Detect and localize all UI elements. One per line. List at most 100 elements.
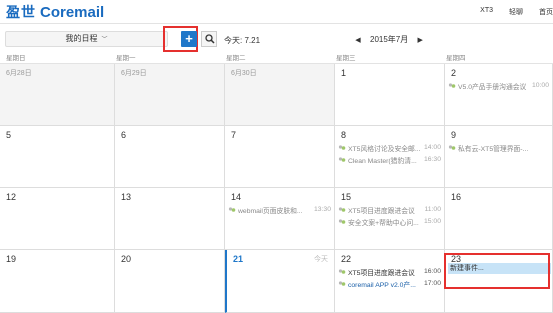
day-cell[interactable]: 6月28日 <box>0 64 115 126</box>
month-title: 2015年7月 <box>370 35 409 44</box>
day-number: 6月28日 <box>6 70 32 77</box>
event-title: 安全文案+帮助中心问... <box>348 219 419 227</box>
calendar-event[interactable]: V5.0产品手册沟通会议 10:00 <box>448 80 549 91</box>
day-number: 16 <box>451 192 462 202</box>
search-icon <box>205 34 215 44</box>
calendar-event[interactable]: 私有云-XT5管理界面-... <box>448 142 549 153</box>
day-cell[interactable]: 20 <box>115 250 225 313</box>
day-number: 13 <box>121 192 132 202</box>
day-number: 14 <box>231 192 242 202</box>
calendar-toolbar: 我的日程 ﹀ + 今天: 7.21 ◀ 2015年7月 ▶ <box>0 25 553 52</box>
calendar-select-label: 我的日程 <box>65 34 98 43</box>
day-cell[interactable]: 19 <box>0 250 115 313</box>
top-link-chat[interactable]: 轻聊 <box>509 7 523 17</box>
prev-month-icon[interactable]: ◀ <box>352 36 364 44</box>
event-people-icon <box>338 206 346 212</box>
logo[interactable]: 盈世 Coremail <box>6 3 104 21</box>
day-cell[interactable]: 12 <box>0 188 115 250</box>
weekday-label: 星期二 <box>226 55 246 62</box>
day-number: 19 <box>6 254 17 264</box>
day-number: 22 <box>341 254 352 264</box>
top-bar: 盈世 Coremail XT3 轻聊 首页 <box>0 0 553 24</box>
calendar-event[interactable]: 安全文案+帮助中心问... 15:00 <box>338 216 441 227</box>
event-people-icon <box>338 268 346 274</box>
event-time: 16:00 <box>423 268 441 275</box>
day-cell[interactable]: 6月30日 <box>225 64 335 126</box>
day-number: 20 <box>121 254 132 264</box>
event-people-icon <box>448 144 456 150</box>
event-title: coremail APP v2.0产... <box>348 281 416 289</box>
event-list: V5.0产品手册沟通会议 10:00 <box>448 80 549 92</box>
day-cell[interactable]: 14 webmail页面皮肤和... 13:30 <box>225 188 335 250</box>
next-month-icon[interactable]: ▶ <box>414 36 426 44</box>
event-time: 15:00 <box>423 218 441 225</box>
event-title: 私有云-XT5管理界面-... <box>458 145 529 153</box>
day-cell[interactable]: 2 V5.0产品手册沟通会议 10:00 <box>445 64 553 126</box>
month-nav: ◀ 2015年7月 ▶ <box>352 34 426 45</box>
event-list: webmail页面皮肤和... 13:30 <box>228 204 331 216</box>
day-cell[interactable]: 1 <box>335 64 445 126</box>
calendar-event[interactable]: XT5风格讨论及安全邮... 14:00 <box>338 142 441 153</box>
day-number: 15 <box>341 192 352 202</box>
event-list: XT5项目进度跟进会议 11:00 安全文案+帮助中心问... 15:00 <box>338 204 441 228</box>
chevron-down-icon: ﹀ <box>101 37 108 43</box>
day-cell[interactable]: 5 <box>0 126 115 188</box>
weekday-label: 星期一 <box>116 55 136 62</box>
day-number: 8 <box>341 130 347 140</box>
day-number: 12 <box>6 192 17 202</box>
calendar-event[interactable]: Clean Master(猎豹清... 16:30 <box>338 154 441 165</box>
event-people-icon <box>338 280 346 286</box>
event-list: 私有云-XT5管理界面-... <box>448 142 549 154</box>
event-title: webmail页面皮肤和... <box>238 207 303 215</box>
day-cell[interactable]: 6月29日 <box>115 64 225 126</box>
calendar-event[interactable]: webmail页面皮肤和... 13:30 <box>228 204 331 215</box>
event-time: 13:30 <box>313 206 331 213</box>
day-number: 9 <box>451 130 457 140</box>
calendar-event[interactable]: coremail APP v2.0产... 17:00 <box>338 278 441 289</box>
day-number: 6 <box>121 130 127 140</box>
top-links: XT3 轻聊 首页 <box>464 7 553 17</box>
day-number: 6月30日 <box>231 70 257 77</box>
top-link-home[interactable]: 首页 <box>539 7 553 17</box>
day-cell[interactable]: 16 <box>445 188 553 250</box>
search-button[interactable] <box>201 31 217 47</box>
day-cell[interactable]: 8 XT5风格讨论及安全邮... 14:00 Clean Master(猎豹清... 1… <box>335 126 445 188</box>
event-time: 14:00 <box>423 144 441 151</box>
event-title: XT5风格讨论及安全邮... <box>348 145 421 153</box>
calendar-event[interactable]: XT5项目进度跟进会议 16:00 <box>338 266 441 277</box>
day-cell[interactable]: 22 XT5项目进度跟进会议 16:00 coremail APP v2.0产... 1… <box>335 250 445 313</box>
event-title: XT5项目进度跟进会议 <box>348 207 415 215</box>
day-cell[interactable]: 9 私有云-XT5管理界面-... <box>445 126 553 188</box>
weekday-label: 星期三 <box>336 55 356 62</box>
calendar-event[interactable]: XT5项目进度跟进会议 11:00 <box>338 204 441 215</box>
event-time: 10:00 <box>531 82 549 89</box>
today-button[interactable]: 今天: 7.21 <box>224 35 260 46</box>
event-title: Clean Master(猎豹清... <box>348 157 417 165</box>
top-link-xt3[interactable]: XT3 <box>480 7 493 17</box>
event-time: 11:00 <box>424 206 441 213</box>
day-cell[interactable]: 6 <box>115 126 225 188</box>
weekday-label: 星期四 <box>446 55 466 62</box>
add-event-button[interactable]: + <box>181 31 197 47</box>
event-time: 17:00 <box>423 280 441 287</box>
day-cell[interactable]: 7 <box>225 126 335 188</box>
day-cell[interactable]: 15 XT5项目进度跟进会议 11:00 安全文案+帮助中心问... 15:00 <box>335 188 445 250</box>
logo-cn: 盈世 <box>6 4 36 20</box>
event-people-icon <box>448 82 456 88</box>
highlight-box-new-event <box>444 253 550 289</box>
today-marker: 今天 <box>314 256 328 263</box>
calendar-select[interactable]: 我的日程 ﹀ <box>5 31 168 47</box>
day-number: 6月29日 <box>121 70 147 77</box>
event-people-icon <box>228 206 236 212</box>
day-number: 7 <box>231 130 237 140</box>
day-number: 5 <box>6 130 12 140</box>
day-number: 1 <box>341 68 347 78</box>
weekday-label: 星期日 <box>6 55 26 62</box>
logo-en: Coremail <box>40 3 105 21</box>
week-header: 星期日 星期一 星期二 星期三 星期四 <box>0 53 553 64</box>
event-time: 16:30 <box>423 156 441 163</box>
day-cell[interactable]: 13 <box>115 188 225 250</box>
event-title: V5.0产品手册沟通会议 <box>458 83 527 91</box>
event-people-icon <box>338 156 346 162</box>
day-cell[interactable]: 21 今天 <box>225 250 335 313</box>
